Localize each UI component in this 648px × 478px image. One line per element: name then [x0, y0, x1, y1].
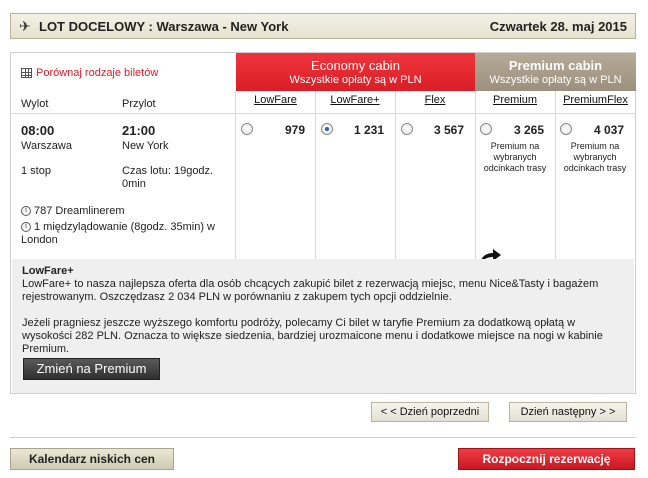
route-header: ✈ LOT DOCELOWY : Warszawa - New York Czw… — [10, 13, 636, 39]
fare-note-premium: Premium na wybranych odcinkach trasy — [483, 141, 547, 173]
fare-header-lowfare-plus[interactable]: LowFare+ — [315, 94, 395, 114]
column-divider — [395, 91, 396, 259]
footer-divider — [10, 437, 636, 438]
column-divider — [555, 91, 556, 259]
header-divider — [11, 113, 636, 114]
fare-price-lowfare-plus: 1 231 — [353, 123, 384, 137]
departure-city: Warszawa — [21, 140, 72, 152]
economy-cabin-title: Economy cabin — [311, 58, 400, 73]
premium-cabin-subtitle: Wszystkie opłaty są w PLN — [489, 74, 622, 86]
fare-note-premiumflex: Premium na wybranych odcinkach trasy — [563, 141, 627, 173]
economy-cabin-header: Economy cabin Wszystkie opłaty są w PLN — [236, 53, 475, 91]
info-icon: i — [21, 222, 31, 233]
previous-day-button[interactable]: < < Dzień poprzedni — [371, 402, 489, 422]
layover-info: i1 międzylądowanie (8godz. 35min) w Lond… — [21, 221, 215, 246]
arrival-column-header: Przylot — [122, 98, 156, 110]
fare-description-box: LowFare+ LowFare+ to nasza najlepsza ofe… — [12, 259, 634, 393]
column-divider — [315, 91, 316, 259]
fare-price-lowfare: 979 — [284, 123, 305, 137]
economy-cabin-subtitle: Wszystkie opłaty są w PLN — [289, 74, 422, 86]
low-fare-calendar-button[interactable]: Kalendarz niskich cen — [10, 448, 174, 470]
flight-results-panel: Porównaj rodzaje biletów Economy cabin W… — [10, 52, 636, 394]
start-booking-button[interactable]: Rozpocznij rezerwację — [458, 448, 635, 470]
flight-duration: Czas lotu: 19godz. 0min — [122, 165, 214, 190]
arrival-city: New York — [122, 140, 169, 152]
fare-header-flex[interactable]: Flex — [395, 94, 475, 114]
flight-date: Czwartek 28. maj 2015 — [489, 19, 627, 34]
fare-header-lowfare[interactable]: LowFare — [236, 94, 315, 114]
next-day-button[interactable]: Dzień następny > > — [509, 402, 627, 422]
premium-cabin-title: Premium cabin — [508, 58, 603, 73]
fare-header-premium[interactable]: Premium — [475, 94, 555, 114]
route-label: LOT DOCELOWY : Warszawa - New York — [39, 19, 289, 34]
fare-price-premiumflex: 4 037 — [593, 123, 624, 137]
column-divider — [235, 91, 236, 259]
departure-column-header: Wylot — [21, 98, 49, 110]
premium-cabin-header: Premium cabin Wszystkie opłaty są w PLN — [475, 53, 636, 91]
compare-fares-link[interactable]: Porównaj rodzaje biletów — [21, 67, 158, 79]
table-icon — [21, 68, 32, 78]
column-divider — [475, 91, 476, 259]
airplane-icon: ✈ — [19, 18, 31, 34]
compare-fares-label: Porównaj rodzaje biletów — [36, 67, 159, 79]
departure-time: 08:00 — [21, 123, 55, 138]
premium-upsell-text: Jeżeli pragniesz jeszcze wyższego komfor… — [22, 317, 603, 355]
fare-price-premium: 3 265 — [513, 123, 544, 137]
info-icon: i — [21, 206, 31, 217]
stops-count: 1 stop — [21, 165, 51, 177]
arrival-time: 21:00 — [122, 123, 156, 138]
fare-price-flex: 3 567 — [433, 123, 464, 137]
upgrade-to-premium-button[interactable]: Zmień na Premium — [23, 358, 160, 380]
fare-description-title: LowFare+ — [22, 265, 74, 277]
fare-description-text: LowFare+ to nasza najlepsza oferta dla o… — [22, 278, 599, 303]
fare-header-premiumflex[interactable]: PremiumFlex — [555, 94, 636, 114]
aircraft-info: i 787 Dreamlinerem — [21, 205, 124, 218]
